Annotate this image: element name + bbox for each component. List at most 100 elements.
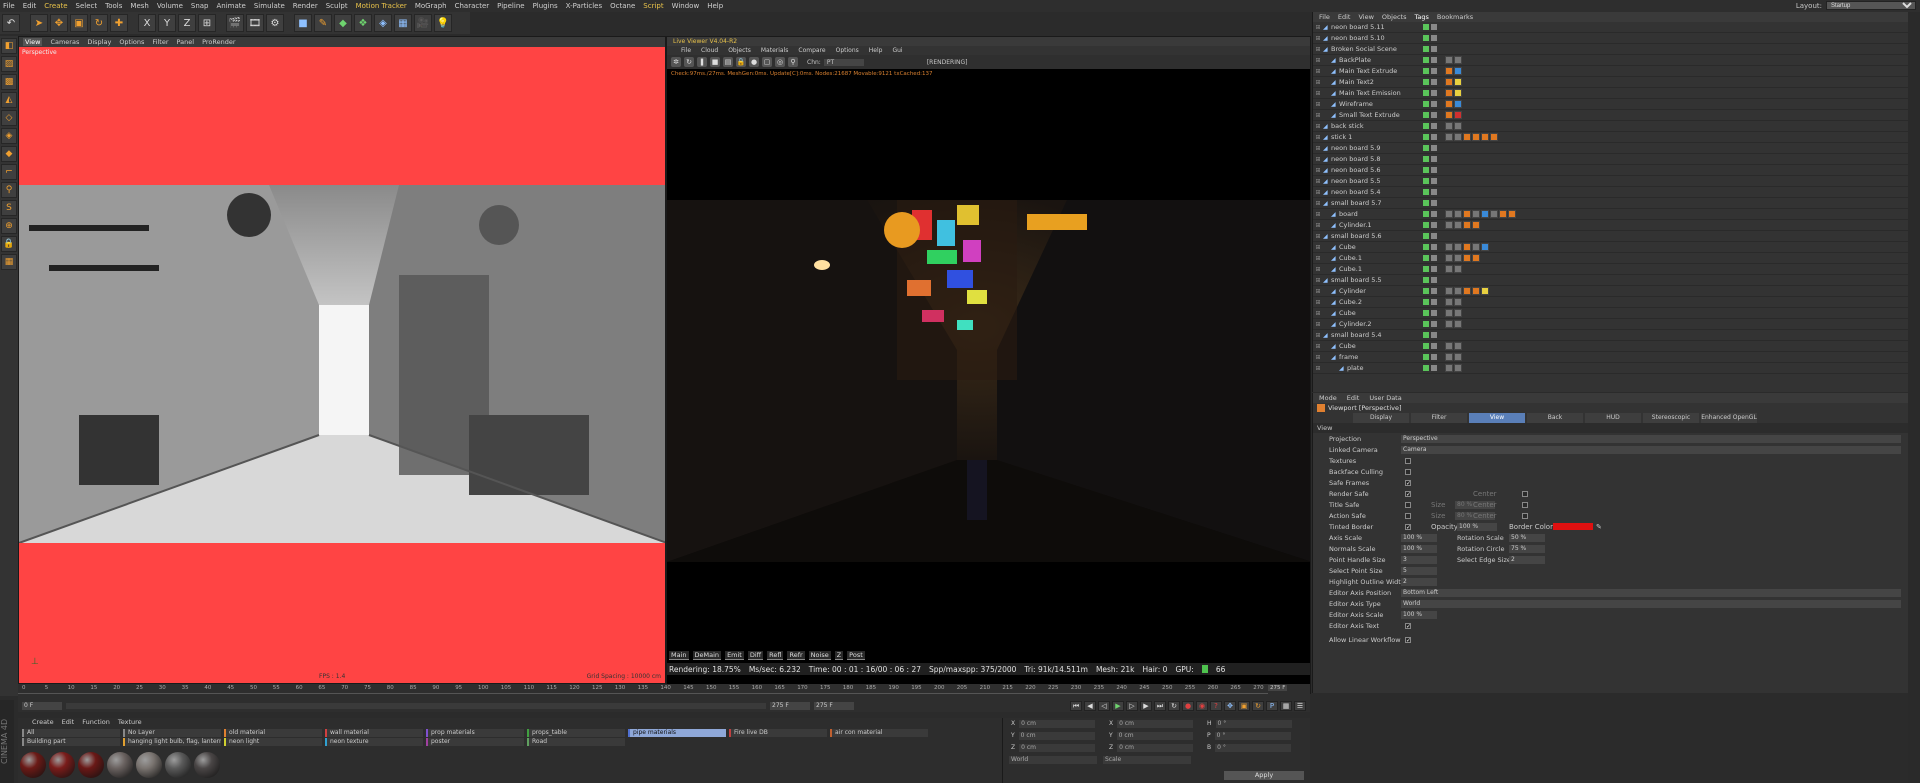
layer-neon-texture[interactable]: neon texture [325,738,423,746]
object-row[interactable]: ⊞ ◢ Cylinder [1313,286,1908,297]
object-name[interactable]: neon board 5.8 [1331,155,1421,163]
layer-wall-material[interactable]: wall material [325,729,423,737]
lock-icon[interactable]: 🔒 [736,57,746,67]
menu-help[interactable]: Help [707,2,723,10]
object-name[interactable]: Main Text Extrude [1339,67,1421,75]
expand-icon[interactable]: ⊞ [1313,299,1323,306]
perspective-viewport[interactable]: View Cameras Display Options Filter Panel ProR… [18,36,666,684]
render-settings-icon[interactable]: ⚙ [266,14,284,32]
linked-camera-value[interactable]: Camera [1401,445,1901,454]
stop-icon[interactable]: ■ [710,57,720,67]
render-toggle[interactable] [1431,46,1437,52]
coord-field[interactable]: 0 cm [1019,720,1096,728]
tag-icon[interactable] [1454,89,1462,97]
object-name[interactable]: small board 5.6 [1331,232,1421,240]
save-icon[interactable]: ▤ [723,57,733,67]
move-icon[interactable]: ✥ [50,14,68,32]
tag-icon[interactable] [1454,353,1462,361]
render-toggle[interactable] [1431,200,1437,206]
visibility-toggle[interactable] [1423,112,1429,118]
editor-axis-position-value[interactable]: Bottom Left [1401,588,1901,597]
expand-icon[interactable]: ⊞ [1313,354,1323,361]
tag-icon[interactable] [1472,210,1480,218]
tag-icon[interactable] [1454,78,1462,86]
object-name[interactable]: neon board 5.5 [1331,177,1421,185]
apply-button[interactable]: Apply [1224,771,1304,780]
render-start-icon[interactable]: ✲ [671,57,681,67]
visibility-toggle[interactable] [1423,354,1429,360]
viewport-menu-panel[interactable]: Panel [177,38,195,46]
scale-icon[interactable]: ▣ [70,14,88,32]
visibility-toggle[interactable] [1423,266,1429,272]
tag-icon[interactable] [1472,254,1480,262]
menu-mograph[interactable]: MoGraph [415,2,447,10]
expand-icon[interactable]: ⊞ [1313,332,1323,339]
coord-field[interactable]: 0 cm [1019,744,1096,752]
object-name[interactable]: Cube [1339,342,1421,350]
visibility-toggle[interactable] [1423,365,1429,371]
tag-icon[interactable] [1445,243,1453,251]
coord-field[interactable]: 0 ° [1215,720,1292,728]
expand-icon[interactable]: ⊞ [1313,46,1323,53]
viewport-menu-cameras[interactable]: Cameras [50,38,79,46]
render-view-icon[interactable]: 🎞 [246,14,264,32]
object-row[interactable]: ⊞ ◢ neon board 5.9 [1313,143,1908,154]
om-tab-view[interactable]: View [1358,13,1373,21]
center-checkbox[interactable] [1522,512,1528,519]
pen-icon[interactable]: ✎ [314,14,332,32]
tag-icon[interactable] [1454,309,1462,317]
object-row[interactable]: ⊞ ◢ Cube.1 [1313,264,1908,275]
menu-plugins[interactable]: Plugins [533,2,558,10]
menu-motion-tracker[interactable]: Motion Tracker [356,2,407,10]
pass-noise[interactable]: Noise [808,651,831,660]
render-toggle[interactable] [1431,222,1437,228]
object-name[interactable]: Cube [1339,309,1421,317]
tag-icon[interactable] [1445,67,1453,75]
material-swatch[interactable] [78,752,104,778]
render-toggle[interactable] [1431,156,1437,162]
timeline-range-slider[interactable] [66,703,766,709]
object-row[interactable]: ⊞ ◢ small board 5.4 [1313,330,1908,341]
expand-icon[interactable]: ⊞ [1313,222,1323,229]
expand-icon[interactable]: ⊞ [1313,266,1323,273]
om-tab-file[interactable]: File [1319,13,1330,21]
tag-icon[interactable] [1445,353,1453,361]
expand-icon[interactable]: ⊞ [1313,101,1323,108]
pla-key-icon[interactable]: ▦ [1280,701,1292,711]
scale-point-handle-size-value[interactable]: 3 [1401,555,1437,564]
am-subtab-back[interactable]: Back [1527,413,1583,423]
render-region-icon[interactable]: 🎬 [226,14,244,32]
edges-mode-icon[interactable]: ◈ [1,128,17,144]
visibility-toggle[interactable] [1423,332,1429,338]
expand-icon[interactable]: ⊞ [1313,244,1323,251]
tag-icon[interactable] [1481,287,1489,295]
object-row[interactable]: ⊞ ◢ stick 1 [1313,132,1908,143]
grid-icon[interactable]: ▦ [1,254,17,270]
render-toggle[interactable] [1431,24,1437,30]
render-menu-help[interactable]: Help [869,47,883,54]
object-name[interactable]: neon board 5.6 [1331,166,1421,174]
render-toggle[interactable] [1431,167,1437,173]
object-row[interactable]: ⊞ ◢ Cylinder.2 [1313,319,1908,330]
menu-create[interactable]: Create [44,2,67,10]
tag-icon[interactable] [1445,133,1453,141]
tag-icon[interactable] [1445,111,1453,119]
visibility-toggle[interactable] [1423,321,1429,327]
timeline-ruler[interactable]: 0 5 10 15 20 25 30 35 40 45 50 55 60 65 70 75 80 85 90 95 10… [18,684,1268,694]
am-subtab-display[interactable]: Display [1353,413,1409,423]
object-name[interactable]: plate [1347,364,1421,372]
menu-render[interactable]: Render [293,2,318,10]
expand-icon[interactable]: ⊞ [1313,343,1323,350]
render-toggle[interactable] [1431,332,1437,338]
layer-old-material[interactable]: old material [224,729,322,737]
tag-icon[interactable] [1445,309,1453,317]
render-menu-compare[interactable]: Compare [798,47,825,54]
render-toggle[interactable] [1431,266,1437,272]
object-row[interactable]: ⊞ ◢ Cylinder.1 [1313,220,1908,231]
object-row[interactable]: ⊞ ◢ Cube.2 [1313,297,1908,308]
pass-demain[interactable]: DeMain [692,651,722,660]
visibility-toggle[interactable] [1423,79,1429,85]
object-name[interactable]: Cube [1339,243,1421,251]
render-toggle[interactable] [1431,35,1437,41]
timeline-menu-icon[interactable]: ☰ [1294,701,1306,711]
